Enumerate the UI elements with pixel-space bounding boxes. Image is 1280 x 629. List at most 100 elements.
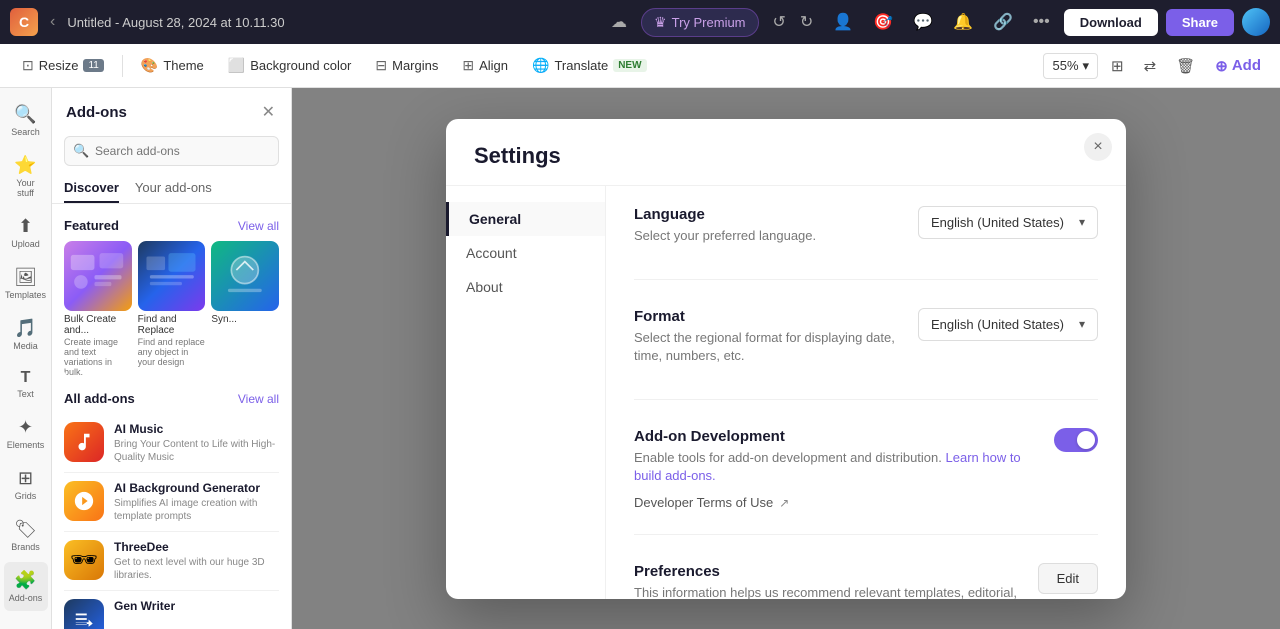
- zoom-level: 55%: [1052, 58, 1078, 73]
- addon-dev-toggle[interactable]: [1054, 428, 1098, 452]
- featured-card-2-desc: Find and replace any object in your desi…: [138, 337, 206, 367]
- ai-bg-name: AI Background Generator: [114, 481, 279, 495]
- addon-dev-toggle-container: [1054, 428, 1098, 452]
- format-section: Format Select the regional format for di…: [634, 308, 1098, 400]
- document-title: Untitled - August 28, 2024 at 10.11.30: [67, 15, 597, 30]
- share-button[interactable]: Share: [1166, 9, 1234, 36]
- featured-card-2[interactable]: Find and Replace Find and replace any ob…: [138, 241, 206, 377]
- canvas-area: Settings × General Account About: [292, 88, 1280, 629]
- more-options-icon[interactable]: •••: [1027, 9, 1056, 35]
- sidebar-item-templates[interactable]: 🖼 Templates: [4, 259, 48, 308]
- brands-icon: 🏷: [14, 519, 37, 540]
- featured-card-3[interactable]: Syn...: [211, 241, 279, 377]
- trash-icon[interactable]: 🗑: [1169, 52, 1202, 80]
- featured-card-1-image: [64, 241, 132, 311]
- addon-item-ai-music[interactable]: AI Music Bring Your Content to Life with…: [64, 414, 279, 473]
- sidebar-text-label: Text: [17, 389, 34, 399]
- redo-button[interactable]: ↻: [794, 8, 819, 36]
- add-label: Add: [1232, 57, 1261, 74]
- translate-icon: 🌐: [532, 57, 549, 74]
- comment-icon[interactable]: 💬: [907, 8, 939, 36]
- notification-icon[interactable]: 🔔: [947, 8, 979, 36]
- modal-backdrop: Settings × General Account About: [292, 88, 1280, 629]
- crown-icon: ♛: [654, 14, 667, 31]
- ai-music-icon: [64, 422, 104, 462]
- theme-button[interactable]: 🎨 Theme: [131, 52, 214, 79]
- elements-icon: ✦: [18, 417, 33, 438]
- format-desc: Select the regional format for displayin…: [634, 329, 902, 365]
- language-value: English (United States): [931, 215, 1064, 230]
- dev-terms-row[interactable]: Developer Terms of Use ↗: [634, 495, 1038, 510]
- all-addons-view-all[interactable]: View all: [238, 392, 279, 406]
- sidebar-elements-label: Elements: [7, 440, 45, 450]
- translate-button[interactable]: 🌐 Translate NEW: [522, 52, 657, 79]
- preferences-edit-button[interactable]: Edit: [1038, 563, 1098, 594]
- tab-your-addons[interactable]: Your add-ons: [135, 174, 212, 203]
- download-button[interactable]: Download: [1064, 9, 1158, 36]
- user-avatar[interactable]: [1242, 8, 1270, 36]
- arrange-icon[interactable]: ⇄: [1137, 52, 1164, 80]
- addons-close-button[interactable]: ✕: [260, 100, 277, 124]
- margins-icon: ⊟: [375, 57, 387, 74]
- cloud-save-icon[interactable]: ☁: [605, 8, 633, 36]
- text-icon: T: [21, 369, 31, 387]
- share-link-icon[interactable]: 🔗: [987, 8, 1019, 36]
- modal-close-button[interactable]: ×: [1084, 133, 1112, 161]
- search-input[interactable]: [64, 136, 279, 166]
- addon-dev-desc: Enable tools for add-on development and …: [634, 449, 1038, 485]
- language-label: Language: [634, 206, 902, 223]
- nav-item-general[interactable]: General: [446, 202, 605, 236]
- nav-item-account[interactable]: Account: [446, 236, 605, 270]
- sidebar-grids-label: Grids: [15, 491, 37, 501]
- app-logo[interactable]: C: [10, 8, 38, 36]
- all-addons-section-header: All add-ons View all: [64, 391, 279, 406]
- featured-card-2-title: Find and Replace: [138, 314, 206, 336]
- grid-view-icon[interactable]: ⊞: [1104, 52, 1131, 80]
- featured-view-all[interactable]: View all: [238, 219, 279, 233]
- sidebar-item-elements[interactable]: ✦ Elements: [4, 409, 48, 458]
- back-button[interactable]: ‹: [46, 9, 59, 35]
- add-button[interactable]: ⊕ Add: [1208, 52, 1268, 80]
- ai-bg-icon: [64, 481, 104, 521]
- theme-icon: 🎨: [141, 57, 158, 74]
- tab-discover[interactable]: Discover: [64, 174, 119, 203]
- preferences-right: Edit: [1038, 563, 1098, 594]
- undo-redo-group: ↺ ↻: [767, 8, 820, 36]
- sidebar-item-search[interactable]: 🔍 Search: [4, 96, 48, 145]
- format-dropdown[interactable]: English (United States) ▾: [918, 308, 1098, 341]
- featured-grid: Bulk Create and... Create image and text…: [64, 241, 279, 377]
- undo-button[interactable]: ↺: [767, 8, 792, 36]
- nav-item-about[interactable]: About: [446, 270, 605, 304]
- resize-button[interactable]: ⊡ Resize 11: [12, 52, 114, 79]
- addons-header: Add-ons ✕: [52, 88, 291, 132]
- addon-item-threedee[interactable]: 🕶 ThreeDee Get to next level with our hu…: [64, 532, 279, 591]
- collaborators-icon[interactable]: 👤: [827, 8, 859, 36]
- try-premium-button[interactable]: ♛ Try Premium: [641, 8, 758, 37]
- addon-item-gen-writer[interactable]: Gen Writer: [64, 591, 279, 629]
- preferences-row: Preferences This information helps us re…: [634, 563, 1098, 598]
- sidebar-item-your-stuff[interactable]: ⭐ Your stuff: [4, 147, 48, 206]
- featured-card-1[interactable]: Bulk Create and... Create image and text…: [64, 241, 132, 377]
- sidebar-item-media[interactable]: 🎵 Media: [4, 310, 48, 359]
- featured-card-2-image: [138, 241, 206, 311]
- resize-badge: 11: [83, 59, 103, 72]
- format-left: Format Select the regional format for di…: [634, 308, 902, 375]
- margins-label: Margins: [392, 58, 438, 73]
- format-right: English (United States) ▾: [918, 308, 1098, 341]
- sidebar-item-brands[interactable]: 🏷 Brands: [4, 511, 48, 560]
- featured-card-3-image: [211, 241, 279, 311]
- sidebar-item-text[interactable]: T Text: [4, 361, 48, 407]
- sidebar-item-grids[interactable]: ⊞ Grids: [4, 460, 48, 509]
- sidebar-item-upload[interactable]: ⬆ Upload: [4, 208, 48, 257]
- addon-item-ai-bg[interactable]: AI Background Generator Simplifies AI im…: [64, 473, 279, 532]
- margins-button[interactable]: ⊟ Margins: [365, 52, 448, 79]
- zoom-control[interactable]: 55% ▾: [1043, 53, 1098, 79]
- sidebar-item-addons[interactable]: 🧩 Add-ons: [4, 562, 48, 611]
- align-icon: ⊞: [462, 57, 474, 74]
- align-button[interactable]: ⊞ Align: [452, 52, 518, 79]
- featured-title: Featured: [64, 218, 119, 233]
- marker-icon[interactable]: 🎯: [867, 8, 899, 36]
- background-color-button[interactable]: ⬜ Background color: [218, 52, 362, 79]
- language-dropdown[interactable]: English (United States) ▾: [918, 206, 1098, 239]
- search-box: 🔍: [64, 136, 279, 166]
